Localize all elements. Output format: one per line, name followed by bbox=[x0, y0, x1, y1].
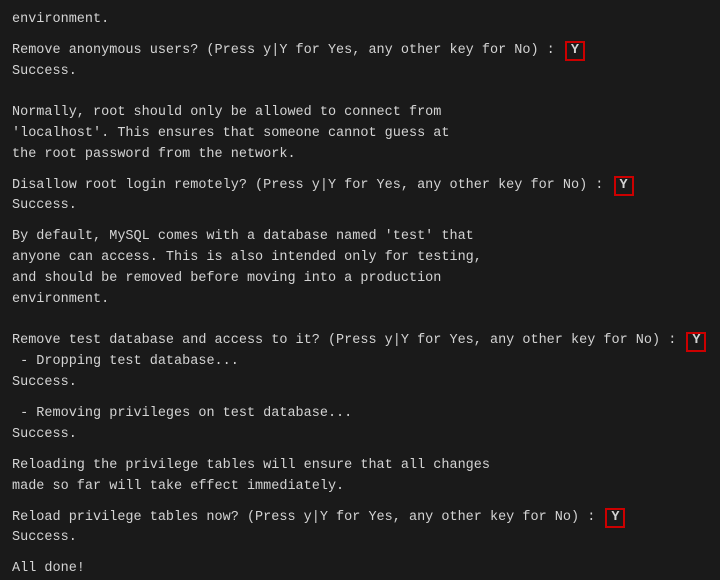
prompt-text: Remove anonymous users? (Press y|Y for Y… bbox=[12, 41, 563, 62]
prompt-text: Disallow root login remotely? (Press y|Y… bbox=[12, 176, 612, 197]
spacer bbox=[12, 166, 708, 176]
prompt-line: Disallow root login remotely? (Press y|Y… bbox=[12, 176, 708, 197]
terminal-line: made so far will take effect immediately… bbox=[12, 477, 708, 498]
terminal-line: - Removing privileges on test database..… bbox=[12, 404, 708, 425]
y-response-badge: Y bbox=[565, 41, 585, 61]
y-response-badge: Y bbox=[614, 176, 634, 196]
spacer bbox=[12, 93, 708, 103]
y-response-badge: Y bbox=[605, 508, 625, 528]
spacer bbox=[12, 549, 708, 559]
terminal-line: Success. bbox=[12, 425, 708, 446]
terminal-line: - Dropping test database... bbox=[12, 352, 708, 373]
spacer bbox=[12, 394, 708, 404]
prompt-line: Reload privilege tables now? (Press y|Y … bbox=[12, 508, 708, 529]
terminal-window: environment. Remove anonymous users? (Pre… bbox=[0, 0, 720, 559]
terminal-line: the root password from the network. bbox=[12, 145, 708, 166]
terminal-line: Success. bbox=[12, 196, 708, 217]
spacer bbox=[12, 321, 708, 331]
terminal-line: Success. bbox=[12, 528, 708, 549]
terminal-line: and should be removed before moving into… bbox=[12, 269, 708, 290]
terminal-line: Reloading the privilege tables will ensu… bbox=[12, 456, 708, 477]
terminal-line: By default, MySQL comes with a database … bbox=[12, 227, 708, 248]
prompt-line: Remove test database and access to it? (… bbox=[12, 331, 708, 352]
y-response-badge: Y bbox=[686, 332, 706, 352]
terminal-line: 'localhost'. This ensures that someone c… bbox=[12, 124, 708, 145]
terminal-line: All done! bbox=[12, 559, 708, 580]
spacer bbox=[12, 311, 708, 321]
terminal-line: Success. bbox=[12, 373, 708, 394]
terminal-line: anyone can access. This is also intended… bbox=[12, 248, 708, 269]
spacer bbox=[12, 498, 708, 508]
prompt-line: Remove anonymous users? (Press y|Y for Y… bbox=[12, 41, 708, 62]
spacer bbox=[12, 217, 708, 227]
terminal-line: environment. bbox=[12, 10, 708, 31]
spacer bbox=[12, 446, 708, 456]
prompt-text: Reload privilege tables now? (Press y|Y … bbox=[12, 508, 603, 529]
spacer bbox=[12, 31, 708, 41]
spacer bbox=[12, 83, 708, 93]
terminal-line: Success. bbox=[12, 62, 708, 83]
terminal-line: environment. bbox=[12, 290, 708, 311]
prompt-text: Remove test database and access to it? (… bbox=[12, 331, 684, 352]
terminal-line: Normally, root should only be allowed to… bbox=[12, 103, 708, 124]
